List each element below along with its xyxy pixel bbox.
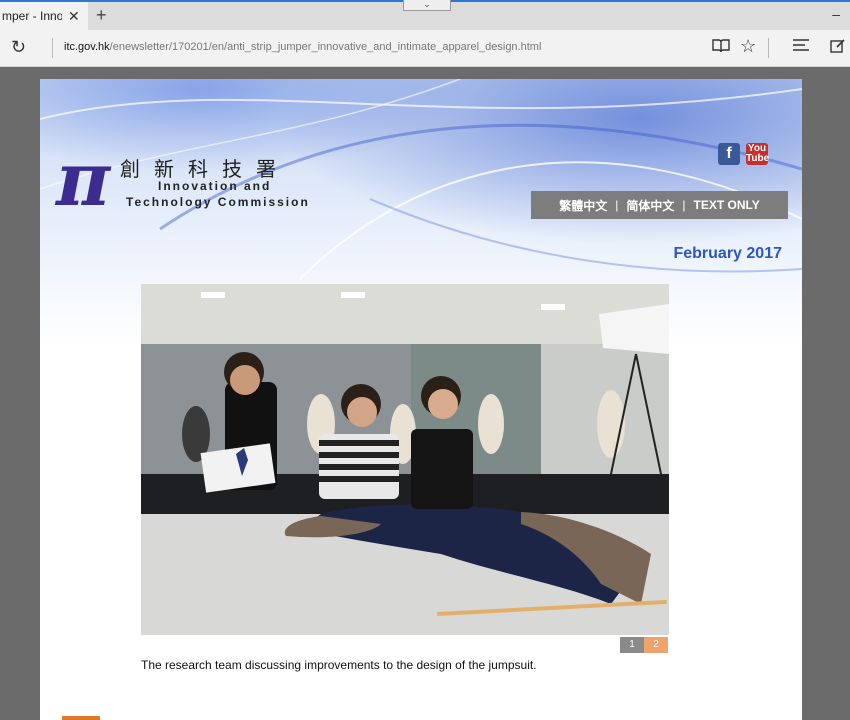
tab-title: mper - Inno: [2, 9, 62, 23]
reading-view-icon[interactable]: [712, 38, 730, 59]
itc-logo-chinese: 創新科技署: [120, 157, 290, 181]
web-note-icon[interactable]: [830, 38, 846, 59]
divider: [52, 38, 53, 58]
refresh-icon[interactable]: ↻: [11, 37, 26, 58]
itc-logo-english-line1: Innovation and: [158, 179, 272, 193]
photo-pager: 1 2: [620, 637, 668, 653]
tab-preview-toggle[interactable]: ⌄: [403, 0, 451, 11]
youtube-label-bottom: Tube: [746, 153, 770, 164]
facebook-icon[interactable]: f: [718, 143, 740, 165]
hub-icon[interactable]: [792, 38, 810, 57]
minimize-icon[interactable]: –: [832, 6, 840, 22]
url-path: /enewsletter/170201/en/anti_strip_jumper…: [109, 41, 542, 53]
section-marker: [62, 716, 100, 720]
address-bar: ↻ itc.gov.hk/enewsletter/170201/en/anti_…: [0, 30, 850, 67]
newsletter-page: π 創新科技署 Innovation and Technology Commis…: [40, 79, 802, 720]
url-host: itc.gov.hk: [64, 41, 110, 53]
itc-logo-symbol[interactable]: π: [56, 143, 110, 217]
lang-text-only[interactable]: TEXT ONLY: [694, 198, 760, 212]
language-bar: 繁體中文 | 简体中文 | TEXT ONLY: [531, 191, 788, 219]
lang-separator: |: [615, 198, 619, 212]
lang-simplified-chinese[interactable]: 简体中文: [626, 197, 674, 214]
pager-page-2[interactable]: 2: [644, 637, 668, 653]
pager-page-1[interactable]: 1: [620, 637, 644, 653]
favorite-star-icon[interactable]: ☆: [740, 36, 756, 57]
issue-date: February 2017: [673, 245, 782, 262]
article-photo: [141, 284, 669, 635]
page-viewport: π 創新科技署 Innovation and Technology Commis…: [0, 67, 850, 720]
new-tab-button[interactable]: +: [96, 5, 107, 26]
lang-traditional-chinese[interactable]: 繁體中文: [559, 197, 607, 214]
browser-tab[interactable]: mper - Inno ✕: [0, 2, 88, 30]
lang-separator: |: [682, 198, 686, 212]
youtube-icon[interactable]: You Tube: [746, 143, 770, 165]
tab-close-icon[interactable]: ✕: [68, 8, 80, 25]
divider: [768, 38, 769, 58]
tab-bar: mper - Inno ✕ + ⌄ –: [0, 0, 850, 30]
url-field[interactable]: itc.gov.hk/enewsletter/170201/en/anti_st…: [64, 41, 541, 53]
photo-caption: The research team discussing improvement…: [141, 658, 537, 672]
itc-logo-english-line2: Technology Commission: [126, 195, 310, 209]
